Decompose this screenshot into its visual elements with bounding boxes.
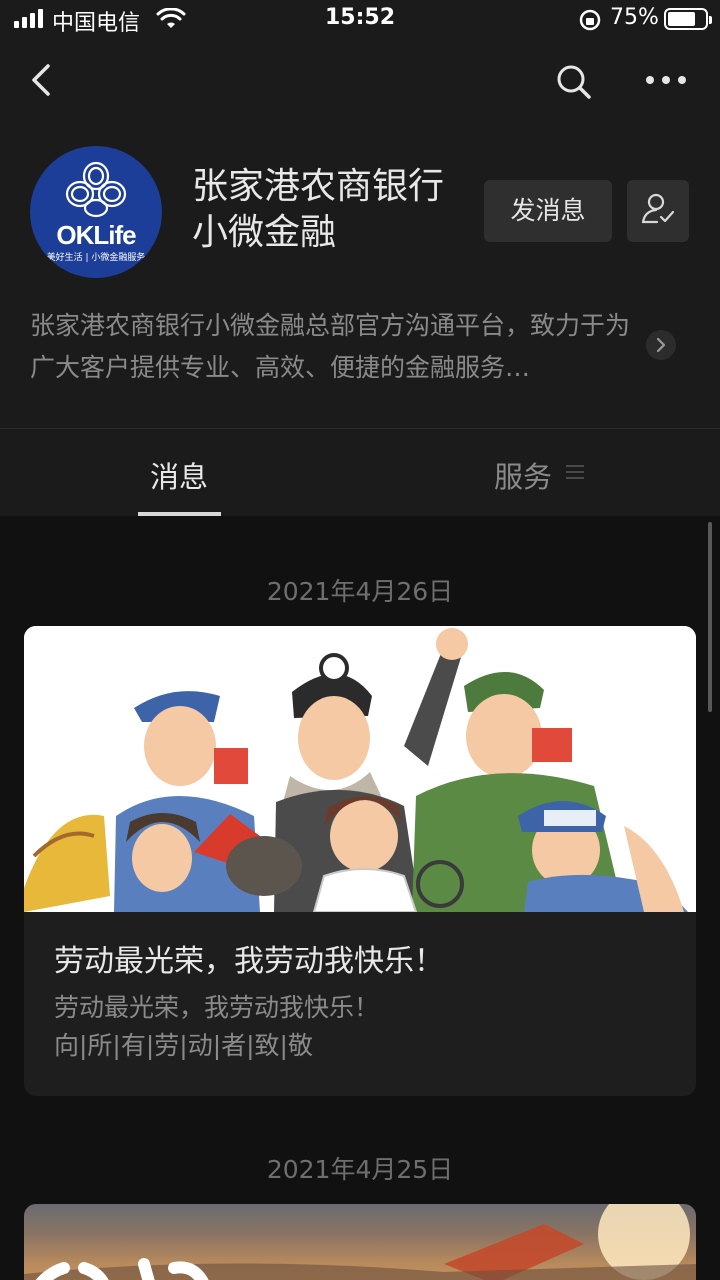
divider [0, 428, 720, 429]
scrollbar[interactable] [708, 522, 712, 712]
menu-lines-icon [566, 465, 584, 479]
account-description[interactable]: 张家港农商银行小微金融总部官方沟通平台，致力于为广大客户提供专业、高效、便捷的金… [30, 305, 642, 389]
search-icon[interactable] [554, 62, 592, 100]
user-check-icon [641, 193, 675, 224]
article-summary-line: 向|所|有|劳|动|者|致|敬 [54, 1031, 313, 1060]
article-summary-line: 劳动最光荣，我劳动我快乐！ [54, 993, 380, 1022]
chevron-right-icon[interactable] [646, 330, 676, 360]
logo-text: OKLife [56, 220, 136, 250]
follow-button[interactable] [627, 180, 689, 242]
battery-icon [664, 8, 712, 30]
message-date: 2021年4月26日 [266, 577, 454, 606]
tab-services[interactable]: 服务 [494, 454, 552, 496]
back-button[interactable] [26, 60, 60, 100]
account-avatar[interactable]: OKLife 美好生活 | 小微金融服务 [30, 146, 162, 278]
article-card[interactable] [24, 1204, 696, 1280]
active-tab-indicator [138, 512, 221, 516]
article-cover-image [24, 1204, 696, 1280]
article-cover-image [24, 626, 696, 912]
send-message-button[interactable]: 发消息 [484, 180, 612, 242]
account-name: 张家港农商银行小微金融 [192, 166, 445, 253]
tab-messages[interactable]: 消息 [150, 454, 208, 496]
more-dots-icon[interactable] [644, 70, 688, 90]
message-date: 2021年4月25日 [266, 1155, 454, 1184]
article-card[interactable]: 劳动最光荣，我劳动我快乐！ 劳动最光荣，我劳动我快乐！ 向|所|有|劳|动|者|… [24, 626, 696, 1096]
logo-tagline: 美好生活 | 小微金融服务 [46, 253, 146, 263]
article-title: 劳动最光荣，我劳动我快乐！ [54, 944, 444, 979]
status-bar: 中国电信 15:52 75% [0, 0, 720, 40]
battery-fill [668, 12, 695, 26]
battery-percent: 75% [610, 5, 659, 30]
orientation-lock-icon [579, 9, 601, 31]
